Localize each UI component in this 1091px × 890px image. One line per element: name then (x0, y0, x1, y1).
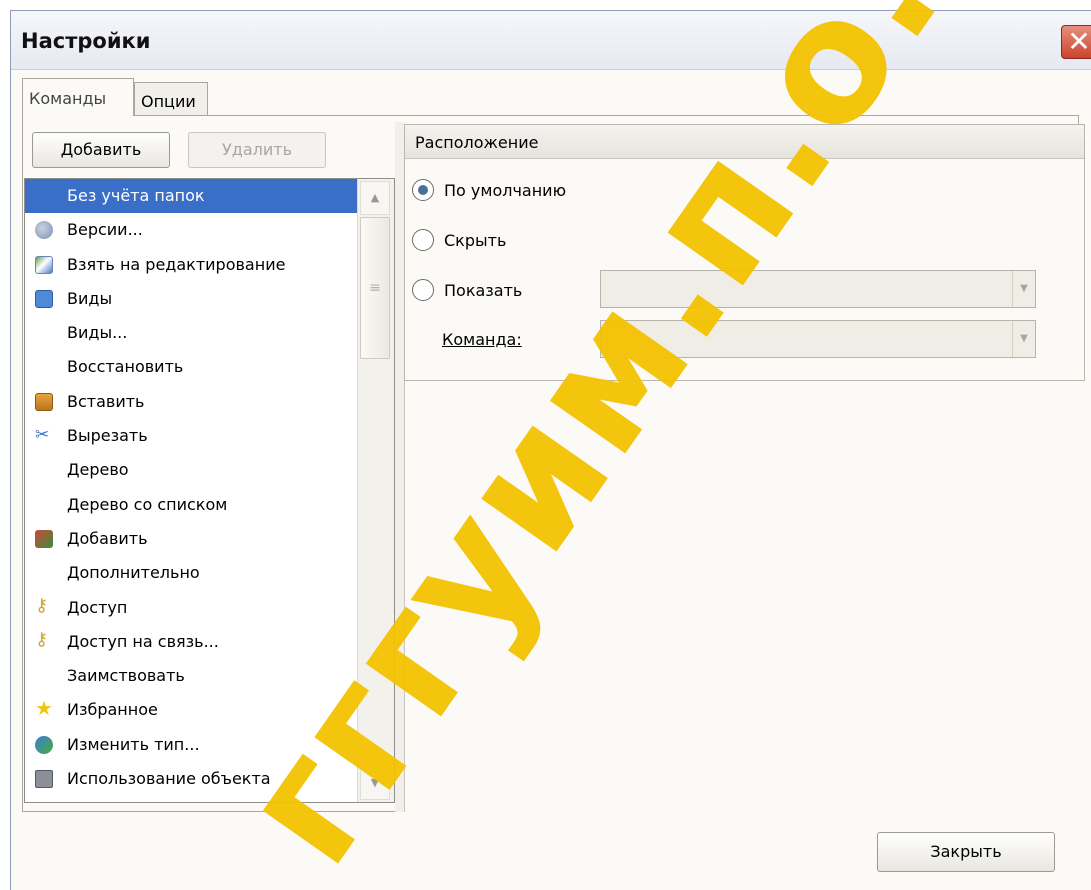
radio-show-label: Показать (444, 281, 523, 300)
list-item-label: Избранное (67, 700, 158, 720)
radio-show-button[interactable] (412, 279, 434, 301)
views-icon (35, 289, 53, 308)
list-item-label: Добавить (67, 528, 148, 548)
delete-button: Удалить (188, 132, 326, 168)
command-label-text: Команда: (442, 330, 522, 349)
list-item-label: Использование объекта (67, 769, 271, 789)
list-item-label: Изменить тип... (67, 734, 200, 754)
list-item[interactable]: Версии... (25, 213, 358, 247)
list-item-label: Без учёта папок (67, 186, 205, 205)
radio-default-button[interactable] (412, 179, 434, 201)
change-type-icon (35, 735, 53, 754)
usage-icon (35, 770, 53, 789)
list-item-label: Виды... (67, 323, 128, 343)
list-item-label: Доступ (67, 597, 128, 617)
radio-default-label: По умолчанию (444, 181, 567, 200)
tab-commands[interactable]: Команды (22, 78, 134, 116)
list-scrollbar[interactable]: ▲ ≡ ▼ (357, 179, 394, 802)
list-item[interactable]: Изменить тип... (25, 728, 358, 762)
dialog-title: Настройки (21, 29, 151, 53)
list-item-label: Восстановить (67, 357, 184, 377)
cut-icon: ✂ (35, 425, 50, 446)
commands-list[interactable]: Без учёта папок Версии... Взять на редакти… (24, 178, 395, 803)
command-combo: ▼ (600, 320, 1036, 358)
radio-hide[interactable]: Скрыть (412, 229, 506, 253)
list-item[interactable]: Вставить (25, 385, 358, 419)
list-item-label: Взять на редактирование (67, 254, 286, 274)
scroll-down-icon[interactable]: ▼ (360, 766, 390, 800)
scroll-up-icon[interactable]: ▲ (360, 181, 390, 215)
add-tree-icon (35, 529, 53, 548)
chevron-down-icon: ▼ (1012, 271, 1035, 307)
list-item[interactable]: ⚷ Доступ на связь... (25, 625, 358, 659)
show-combo: ▼ (600, 270, 1036, 308)
list-item[interactable]: Дерево со списком (25, 488, 358, 522)
placement-header: Расположение (405, 125, 1084, 159)
tab-options[interactable]: Опции (134, 82, 208, 116)
close-window-button[interactable]: ✕ (1061, 25, 1091, 59)
list-item[interactable]: Дерево (25, 453, 358, 487)
commands-list-items: Без учёта папок Версии... Взять на редакти… (25, 179, 358, 796)
radio-hide-button[interactable] (412, 229, 434, 251)
list-item[interactable]: ★ Избранное (25, 693, 358, 727)
scroll-thumb[interactable]: ≡ (360, 217, 390, 359)
chevron-down-icon: ▼ (1012, 321, 1035, 357)
list-item-label: Вырезать (67, 426, 148, 446)
list-item-label: Дополнительно (67, 563, 200, 583)
list-item[interactable]: Без учёта папок (25, 179, 358, 214)
list-item-label: Дерево со списком (67, 494, 228, 514)
versions-icon (35, 221, 53, 240)
list-item[interactable]: Взять на редактирование (25, 248, 358, 282)
edit-icon (35, 255, 53, 274)
list-item-label: Доступ на связь... (67, 631, 219, 651)
list-item-label: Версии... (67, 220, 143, 240)
radio-hide-label: Скрыть (444, 231, 507, 250)
list-item-label: Вставить (67, 391, 145, 411)
radio-show[interactable]: Показать (412, 279, 522, 303)
radio-default[interactable]: По умолчанию (412, 179, 566, 203)
list-item[interactable]: Виды (25, 282, 358, 316)
list-item[interactable]: Заимствовать (25, 659, 358, 693)
list-item[interactable]: Виды... (25, 316, 358, 350)
add-button[interactable]: Добавить (32, 132, 170, 168)
command-label: Команда: (442, 330, 522, 349)
star-icon: ★ (35, 696, 53, 721)
list-item[interactable]: Добавить (25, 522, 358, 556)
list-item[interactable]: ✂ Вырезать (25, 419, 358, 453)
list-item[interactable]: Дополнительно (25, 556, 358, 590)
list-item-label: Заимствовать (67, 666, 185, 686)
key-icon: ⚷ (35, 628, 49, 650)
list-item-label: Виды (67, 288, 113, 308)
key-icon: ⚷ (35, 594, 49, 616)
list-item-label: Дерево (67, 460, 129, 480)
paste-icon (35, 392, 53, 411)
list-item[interactable]: Восстановить (25, 350, 358, 384)
list-item[interactable]: Использование объекта (25, 762, 358, 796)
list-item[interactable]: ⚷ Доступ (25, 591, 358, 625)
close-button[interactable]: Закрыть (877, 832, 1055, 872)
title-bar[interactable]: Настройки ✕ (11, 11, 1091, 70)
